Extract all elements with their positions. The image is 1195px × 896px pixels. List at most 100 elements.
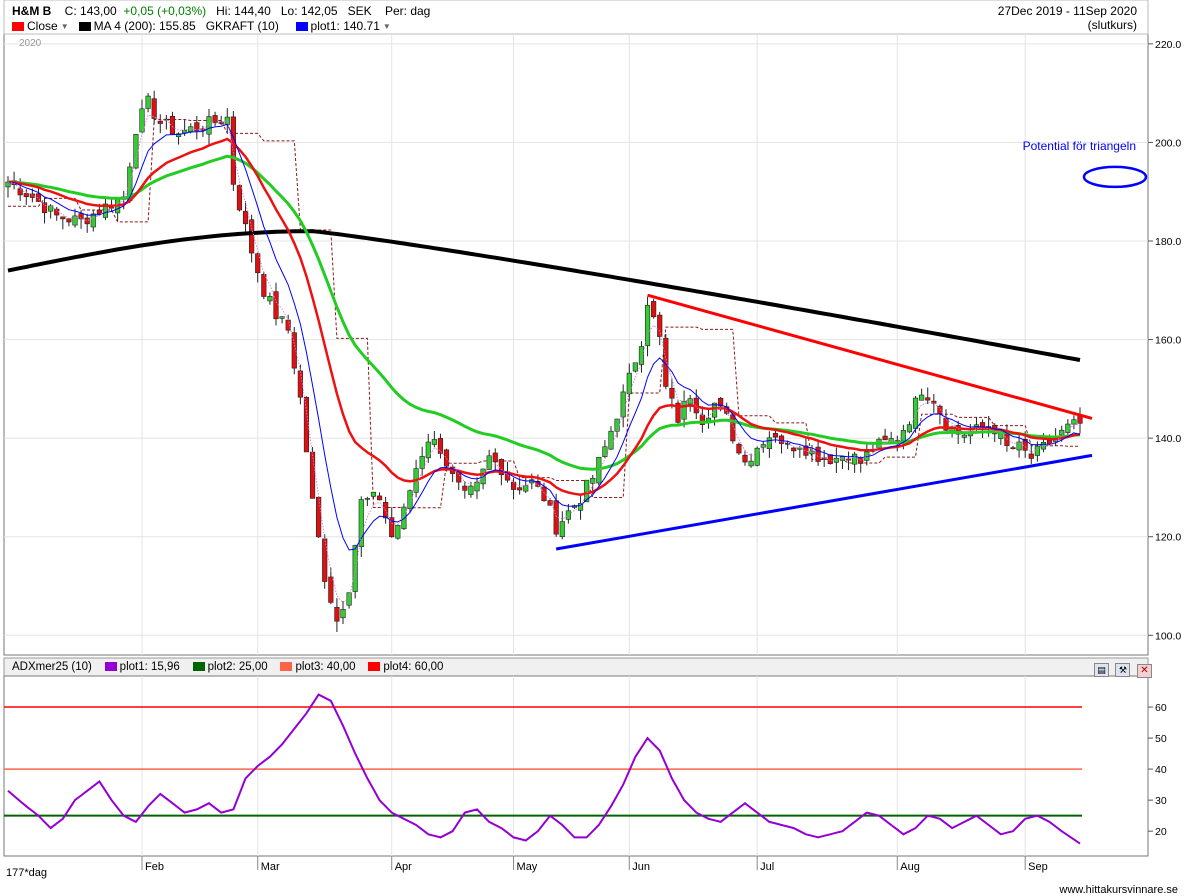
candle-body [90,213,96,228]
gkraft-line [8,119,1080,509]
price-tick-label: 100.0 [1155,630,1181,642]
candle-body [358,499,364,547]
slutkurs-label: (slutkurs) [1087,18,1137,32]
candle-body [255,253,261,274]
indicator-tick-label: 30 [1155,795,1167,807]
date-range: 27Dec 2019 - 11Sep 2020 [997,4,1137,18]
price-tick-label: 200.0 [1155,137,1181,149]
candle-body [60,216,66,220]
triangle-trendline [555,453,1093,551]
indicator-tick-label: 20 [1155,826,1167,838]
candle-body [443,449,450,467]
candle-body [486,455,492,470]
time-axis: Feb Mar Apr May Jun Jul Aug Sep [141,856,1048,873]
hi-value: 144,40 [234,4,271,18]
legend-gkraft[interactable]: GKRAFT (10) [206,19,279,33]
indicator-tick-label: 50 [1155,733,1167,745]
candle-body [425,441,431,459]
document-icon[interactable]: ▤ [1094,663,1109,677]
candle-body [96,209,102,215]
candle-body [517,487,523,491]
candle-body [669,388,675,399]
candle-body [1034,445,1040,456]
price-tick-label: 140.0 [1155,433,1181,445]
candle-body [364,498,370,500]
candle-body [370,491,377,497]
candle-body [1004,433,1010,446]
price-tick-label: 180.0 [1155,236,1181,248]
time-tick-label: Feb [145,861,164,873]
ticker: H&M B [12,4,52,18]
candle-body [322,538,328,582]
footer-url: www.hittakursvinnare.se [1058,884,1178,896]
candle-body [1071,419,1077,425]
candle-body [48,205,54,212]
triangle-annotation: Potential för triangeln [1023,139,1136,153]
candle-body [29,193,35,198]
candle-body [230,116,236,185]
period-selector[interactable]: Per: dag [385,4,430,18]
candle-body [523,485,529,492]
candle-body [212,115,218,123]
candle-body [651,301,657,318]
candle-body [559,521,565,538]
candle-body [401,506,407,530]
candle-body [267,296,273,302]
moving-averages [7,114,1081,604]
candle-body [1028,453,1034,459]
close-value: 143,00 [80,4,117,18]
legend-plot1[interactable]: plot1: 140.71 ▼ [295,19,391,33]
legend-close[interactable]: Close ▼ [12,19,69,33]
candle-body [279,316,285,319]
candle-body [632,362,638,372]
purple-dotted-line [7,114,1081,604]
candle-body [66,218,72,223]
quote-header: H&M B C: 143,00 +0,05 (+0,03%) Hi: 144,4… [12,4,430,18]
candle-body [772,433,779,438]
candle-body [431,439,437,445]
candle-body [462,485,468,491]
time-tick-label: Jun [632,861,650,873]
candle-body [334,607,340,622]
legend-adx[interactable]: ADXmer25 (10) [12,661,92,673]
legend-adx-plot3[interactable]: plot3: 40,00 [280,661,356,673]
year-label: 2020 [19,38,42,49]
time-tick-label: Mar [261,861,280,873]
legend-adx-plot2[interactable]: plot2: 25,00 [192,661,268,673]
candle-body [249,219,255,254]
candle-body [151,98,157,119]
candle-body [791,447,797,452]
price-axis: 100.0 120.0 140.0 160.0 180.0 200.0 220.0 [1148,39,1181,642]
candle-body [797,447,803,450]
price-tick-label: 120.0 [1155,532,1181,544]
wrench-icon[interactable]: ⚒ [1115,663,1131,677]
legend-adx-plot1[interactable]: plot1: 15,96 [104,661,180,673]
legend-adx-plot4[interactable]: plot4: 60,00 [368,661,443,673]
candle-body [565,510,571,520]
candle-body [925,397,931,401]
candle-body [736,443,742,454]
price-tick-label: 160.0 [1155,335,1181,347]
indicator-pane-border [3,675,1149,857]
chevron-down-icon: ▼ [60,22,69,32]
legend-top: Close ▼ MA 4 (200): 155.85 GKRAFT (10) pl… [12,19,391,33]
candle-body [553,500,559,535]
candle-body [815,446,821,462]
candle-body [681,400,687,420]
candle-body [291,332,297,369]
candle-body [882,435,888,441]
candle-body [608,430,614,450]
time-tick-label: Jul [760,861,774,873]
time-tick-label: Apr [395,861,412,873]
legend-ma4[interactable]: MA 4 (200): 155.85 [78,19,196,33]
red-ma-line [7,137,1081,496]
candle-body [206,116,212,135]
chart-canvas: 100.0 120.0 140.0 160.0 180.0 200.0 220.0 20 30… [3,0,1181,896]
close-icon[interactable]: ✕ [1136,664,1152,678]
green-ma-line [7,154,1081,471]
candlesticks [5,90,1083,633]
candle-body [657,314,663,337]
bottom-left-label: 177*dag [6,867,47,879]
candle-body [852,453,858,465]
candle-body [352,545,358,592]
